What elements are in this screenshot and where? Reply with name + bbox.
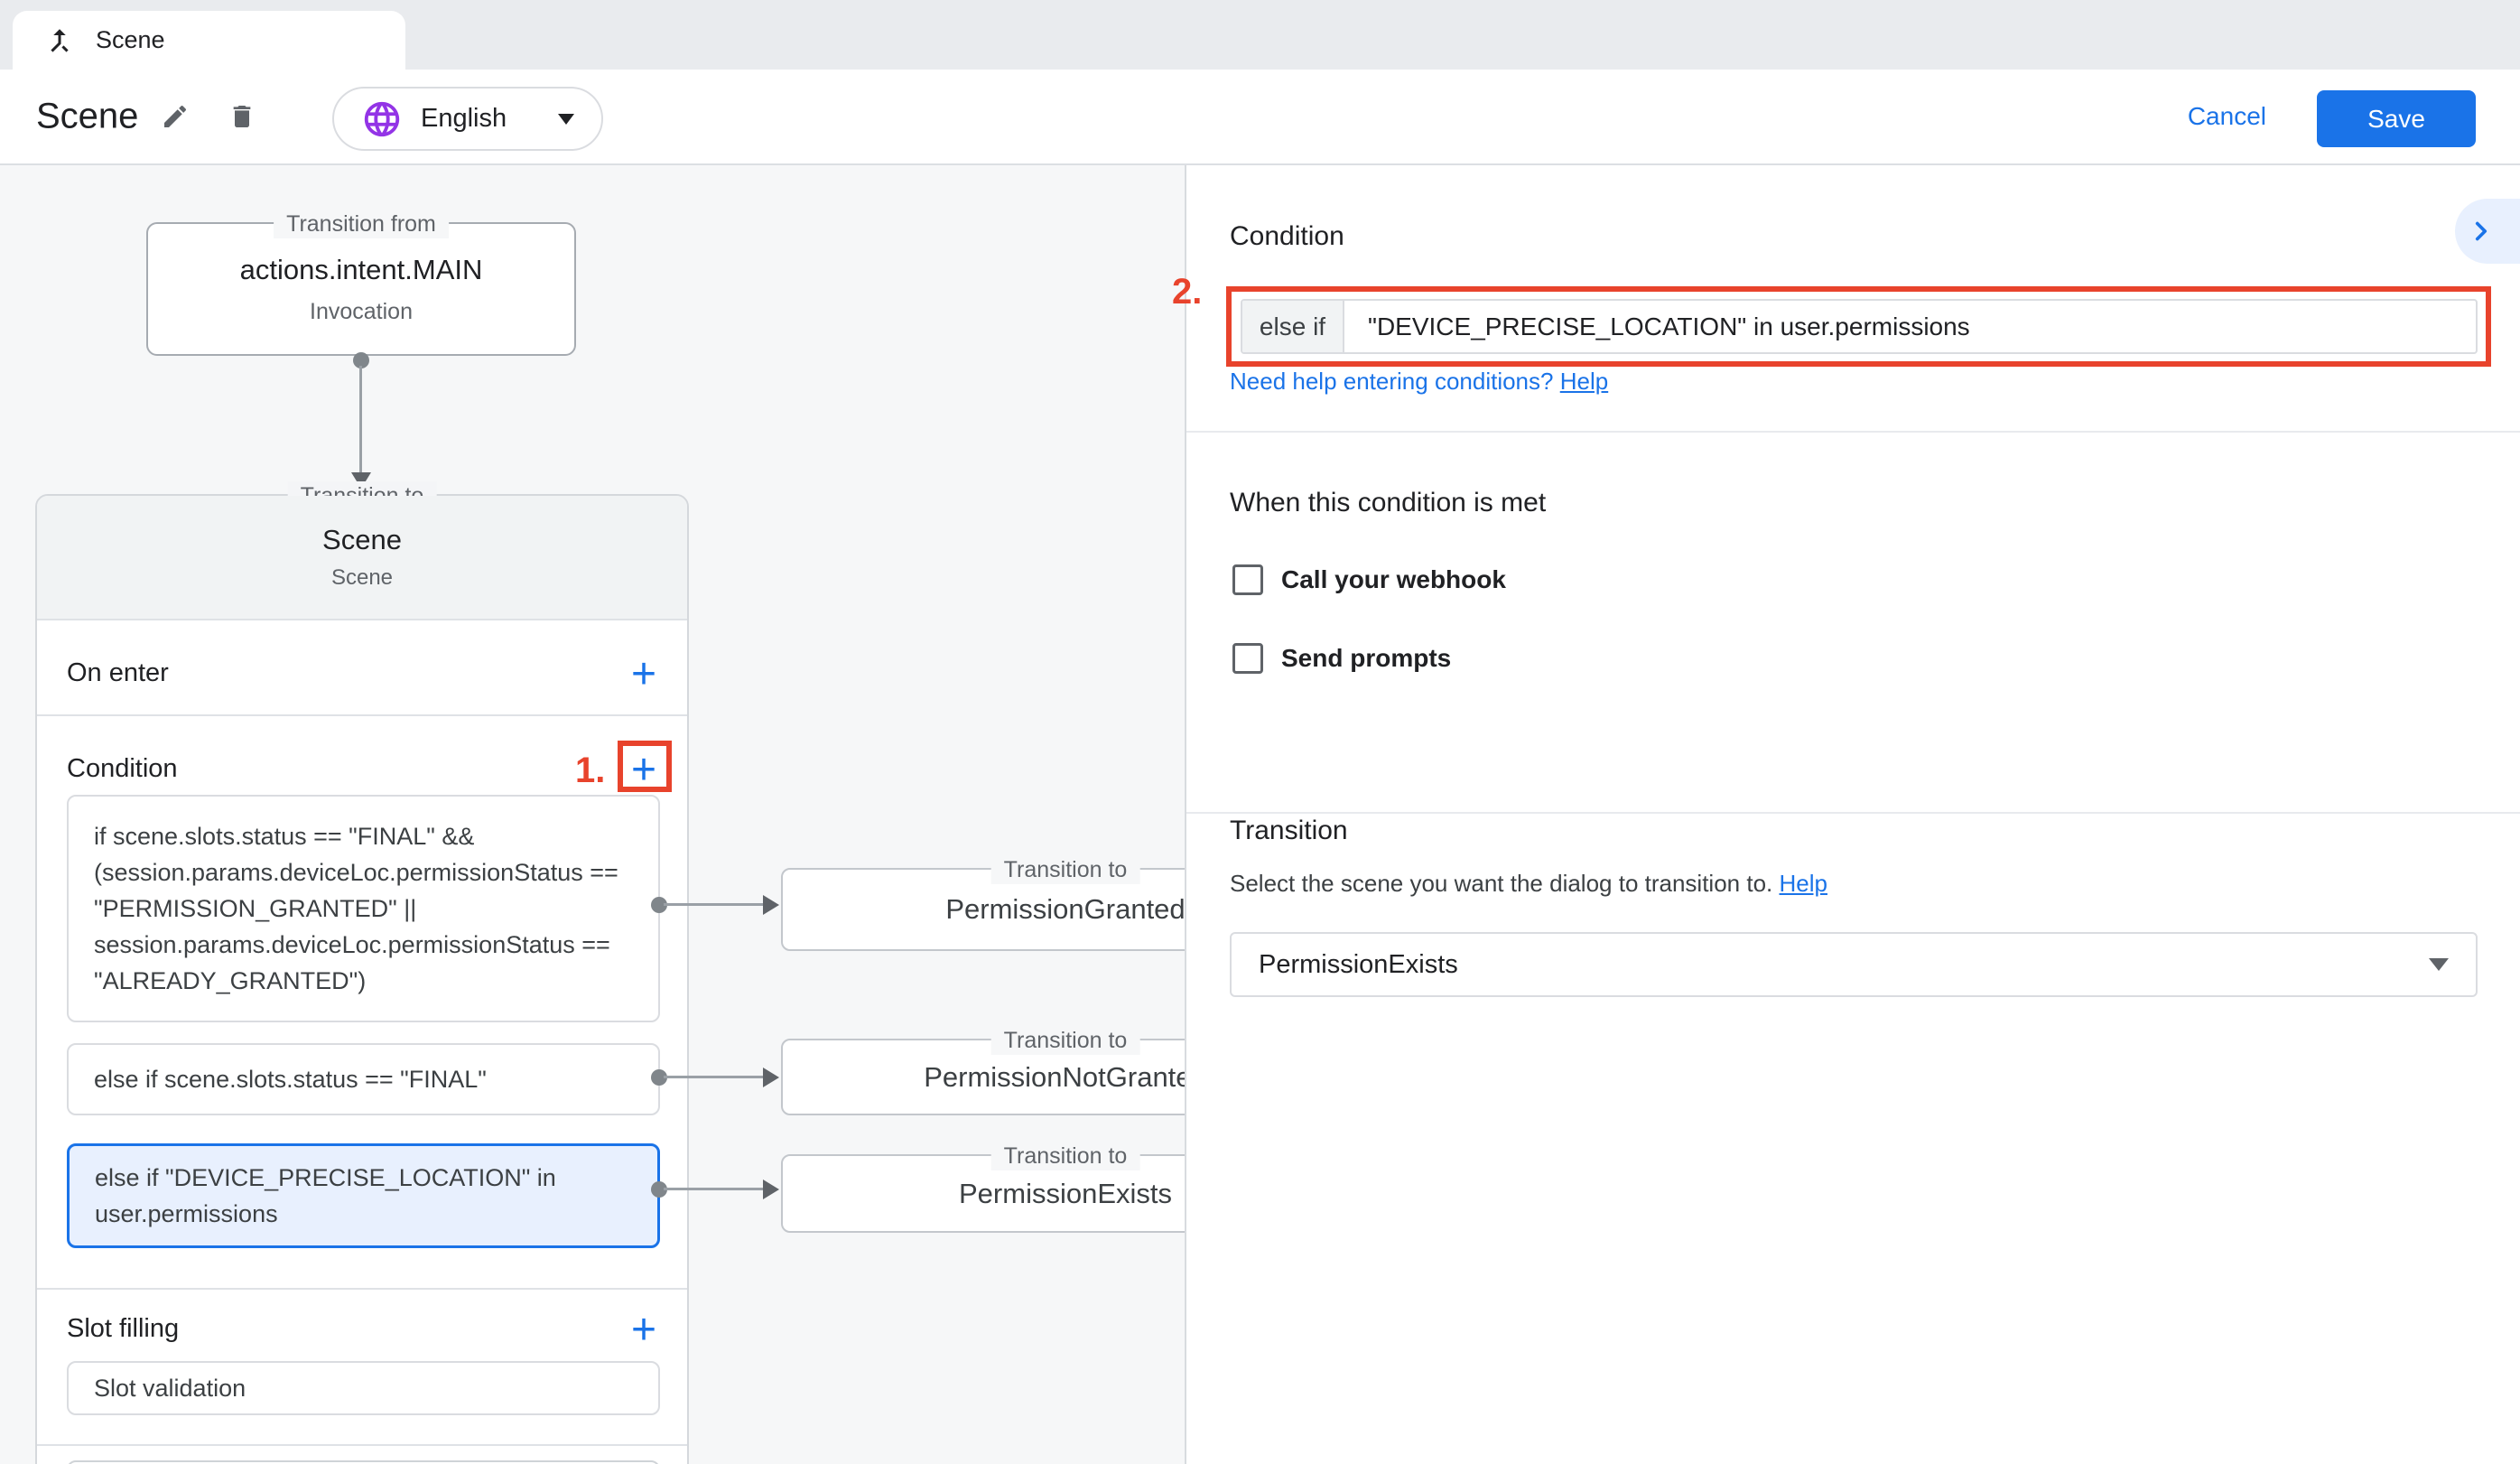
tab-scene[interactable]: Scene <box>13 11 405 70</box>
dropdown-arrow-icon <box>2429 958 2449 971</box>
call-webhook-checkbox[interactable] <box>1232 564 1263 595</box>
scene-card-subtitle: Scene <box>331 565 393 591</box>
add-slot-button[interactable]: + <box>626 1312 662 1348</box>
target-legend: Transition to <box>991 1142 1140 1170</box>
chevron-right-icon <box>2466 216 2497 247</box>
condition-item-1-text: if scene.slots.status == "FINAL" && (ses… <box>94 818 633 999</box>
delete-scene-button[interactable] <box>220 95 264 138</box>
app-bar: Scene English Cancel <box>0 70 2520 165</box>
connector-line-1 <box>664 903 763 906</box>
language-selector[interactable]: English <box>332 87 603 151</box>
panel-divider <box>1186 812 2520 814</box>
target-scene-permission-not-granted[interactable]: Transition to PermissionNotGranted <box>781 1039 1185 1115</box>
transition-help-link[interactable]: Help <box>1780 870 1827 897</box>
save-button[interactable]: Save <box>2317 90 2476 147</box>
merge-arrow-icon <box>43 24 76 57</box>
target-name: PermissionGranted <box>945 893 1185 926</box>
panel-condition-heading: Condition <box>1230 221 1344 252</box>
send-prompts-label: Send prompts <box>1281 644 1451 673</box>
section-divider <box>37 1288 687 1290</box>
transition-description: Select the scene you want the dialog to … <box>1230 870 1827 898</box>
connector-line-invocation <box>359 366 362 472</box>
tab-strip: Scene <box>0 0 2520 70</box>
connector-line-3 <box>664 1188 763 1190</box>
condition-help-link[interactable]: Help <box>1560 368 1608 395</box>
annotation-box-1 <box>618 741 672 792</box>
transition-heading: Transition <box>1230 816 1348 846</box>
transition-from-legend: Transition from <box>274 210 449 238</box>
clipped-next-item[interactable] <box>67 1460 660 1464</box>
slot-item[interactable]: Slot validation <box>67 1361 660 1415</box>
call-webhook-label: Call your webhook <box>1281 565 1506 594</box>
language-label: English <box>421 104 540 134</box>
condition-section-label: Condition <box>67 754 178 784</box>
annotation-step-1: 1. <box>575 751 605 791</box>
add-on-enter-button[interactable]: + <box>626 657 662 693</box>
page-title: Scene <box>36 97 138 137</box>
trash-icon <box>228 102 256 131</box>
transition-scene-value: PermissionExists <box>1259 950 2429 980</box>
target-name: PermissionNotGranted <box>924 1061 1185 1094</box>
condition-item-2[interactable]: else if scene.slots.status == "FINAL" <box>67 1043 660 1115</box>
target-legend: Transition to <box>991 855 1140 884</box>
transition-desc-text: Select the scene you want the dialog to … <box>1230 870 1772 897</box>
section-divider <box>37 1444 687 1446</box>
edit-scene-button[interactable] <box>153 95 197 138</box>
send-prompts-checkbox[interactable] <box>1232 643 1263 674</box>
arrowhead-right-icon <box>763 895 779 915</box>
connector-line-2 <box>664 1076 763 1078</box>
condition-item-3-selected[interactable]: else if "DEVICE_PRECISE_LOCATION" in use… <box>67 1143 660 1248</box>
arrowhead-right-icon <box>763 1068 779 1087</box>
condition-item-3-text: else if "DEVICE_PRECISE_LOCATION" in use… <box>95 1160 632 1232</box>
slot-filling-label: Slot filling <box>67 1314 179 1344</box>
scene-card-header[interactable]: Scene Scene <box>37 496 687 620</box>
target-legend: Transition to <box>991 1026 1140 1055</box>
target-scene-permission-exists[interactable]: Transition to PermissionExists <box>781 1154 1185 1233</box>
condition-detail-panel: Condition 2. else if "DEVICE_PRECISE_LOC… <box>1185 165 2520 1464</box>
condition-item-2-text: else if scene.slots.status == "FINAL" <box>94 1061 487 1097</box>
on-enter-label: On enter <box>67 658 169 688</box>
intent-name: actions.intent.MAIN <box>240 254 483 286</box>
scene-card-title: Scene <box>322 524 402 556</box>
chevron-down-icon <box>558 114 574 125</box>
tab-label: Scene <box>96 26 165 54</box>
target-name: PermissionExists <box>959 1178 1172 1210</box>
arrowhead-right-icon <box>763 1180 779 1199</box>
transition-scene-select[interactable]: PermissionExists <box>1230 932 2478 997</box>
flow-canvas: Transition from actions.intent.MAIN Invo… <box>0 165 1185 1464</box>
transition-from-box[interactable]: Transition from actions.intent.MAIN Invo… <box>146 222 576 356</box>
condition-item-1[interactable]: if scene.slots.status == "FINAL" && (ses… <box>67 795 660 1022</box>
collapse-panel-button[interactable] <box>2455 199 2520 264</box>
section-divider <box>37 714 687 716</box>
intent-type: Invocation <box>310 299 413 325</box>
condition-help-line: Need help entering conditions? Help <box>1230 368 1608 396</box>
globe-icon <box>361 98 403 140</box>
scene-card: Transition to Scene Scene On enter + Con… <box>35 494 689 1464</box>
annotation-box-2 <box>1226 286 2491 367</box>
pencil-icon <box>161 102 190 131</box>
target-scene-permission-granted[interactable]: Transition to PermissionGranted <box>781 868 1185 951</box>
condition-help-text: Need help entering conditions? <box>1230 368 1553 395</box>
when-condition-heading: When this condition is met <box>1230 488 1546 518</box>
cancel-button[interactable]: Cancel <box>2188 102 2266 131</box>
annotation-step-2: 2. <box>1172 272 1202 312</box>
panel-divider <box>1186 431 2520 433</box>
actions-console-scene-editor: Scene Scene English Cancel Save Tran <box>0 0 2520 1464</box>
slot-item-text: Slot validation <box>94 1375 246 1403</box>
